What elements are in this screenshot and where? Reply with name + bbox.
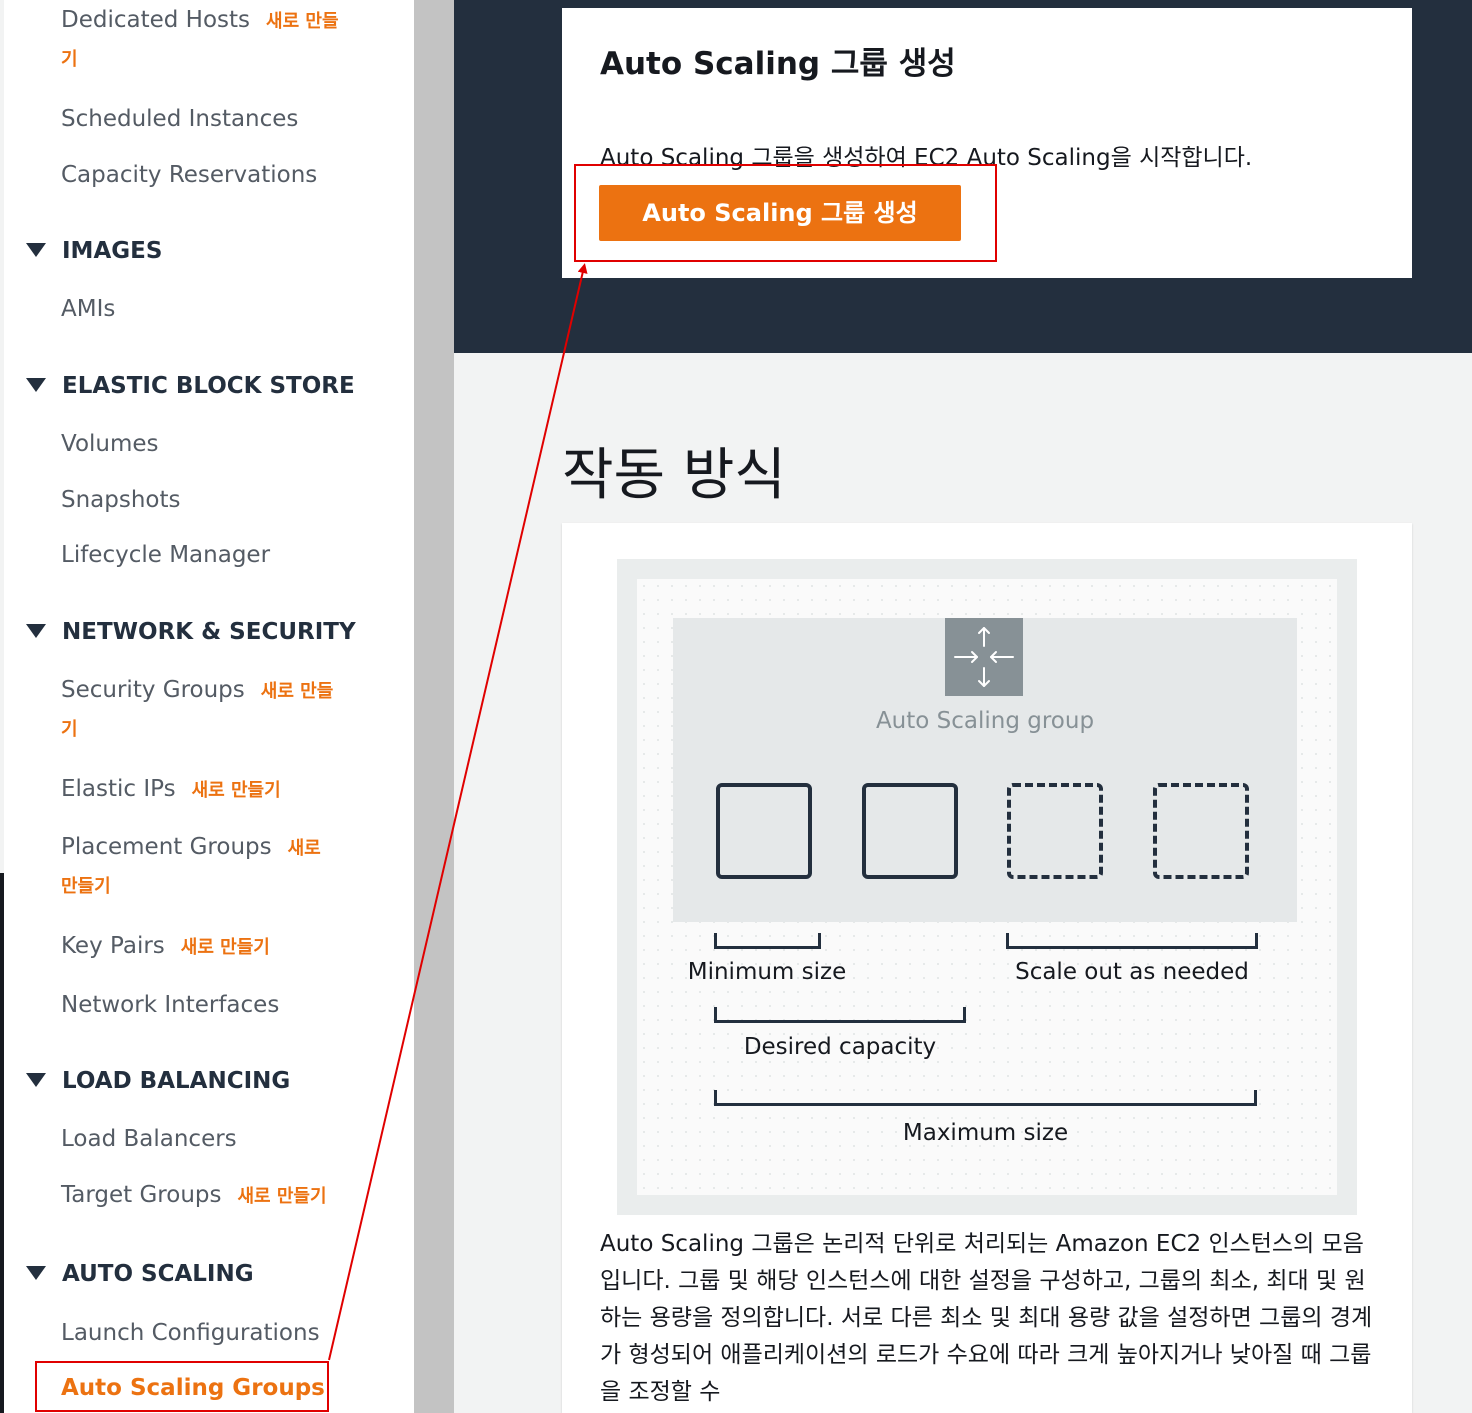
instance-box — [862, 783, 958, 879]
sidebar-item-volumes[interactable]: Volumes — [61, 424, 159, 464]
section-label: LOAD BALANCING — [62, 1068, 291, 1094]
auto-scaling-diagram: Auto Scaling group Minimum size Scale ou… — [617, 559, 1357, 1215]
sidebar-section-network-security[interactable]: NETWORK & SECURITY — [26, 612, 356, 652]
caret-down-icon — [26, 1072, 46, 1087]
sidebar-item-placement-groups[interactable]: Placement Groups 새로 — [61, 827, 321, 869]
main-content: Auto Scaling 그룹 생성 Auto Scaling 그룹을 생성하여… — [454, 0, 1472, 1413]
sidebar-item-security-groups[interactable]: Security Groups 새로 만들 — [61, 670, 333, 712]
sidebar-item-lifecycle-manager[interactable]: Lifecycle Manager — [61, 535, 270, 575]
new-badge[interactable]: 새로 만들기 — [237, 1186, 326, 1207]
auto-scaling-group-box: Auto Scaling group — [673, 618, 1297, 922]
minimum-size-label: Minimum size — [687, 959, 847, 985]
section-label: AUTO SCALING — [62, 1261, 254, 1287]
instance-box — [716, 783, 812, 879]
sidebar: Dedicated Hosts 새로 만들 기 Scheduled Instanc… — [0, 0, 414, 1413]
new-badge[interactable]: 새로 — [288, 838, 321, 859]
sidebar-item-snapshots[interactable]: Snapshots — [61, 480, 181, 520]
create-auto-scaling-group-button[interactable]: Auto Scaling 그룹 생성 — [599, 185, 961, 241]
create-group-description: Auto Scaling 그룹을 생성하여 EC2 Auto Scaling을 … — [600, 145, 1253, 171]
sidebar-item-key-pairs[interactable]: Key Pairs 새로 만들기 — [61, 926, 270, 968]
section-label: NETWORK & SECURITY — [62, 619, 356, 645]
sidebar-item-dedicated-hosts[interactable]: Dedicated Hosts 새로 만들 — [61, 0, 339, 42]
sidebar-gutter — [414, 0, 454, 1413]
sidebar-item-label: Key Pairs — [61, 933, 165, 959]
caret-down-icon — [26, 623, 46, 638]
sidebar-item-launch-configurations[interactable]: Launch Configurations — [61, 1313, 320, 1353]
sidebar-item-label: Target Groups — [61, 1182, 222, 1208]
sidebar-item-label: Elastic IPs — [61, 776, 176, 802]
sidebar-item-amis[interactable]: AMIs — [61, 289, 115, 329]
new-badge[interactable]: 새로 만들 — [261, 681, 334, 702]
new-badge-wrap[interactable]: 기 — [61, 40, 78, 80]
sidebar-item-label: Security Groups — [61, 677, 245, 703]
minimum-size-bracket — [714, 933, 821, 949]
sidebar-item-scheduled-instances[interactable]: Scheduled Instances — [61, 99, 298, 139]
new-badge[interactable]: 새로 만들기 — [192, 780, 281, 801]
sidebar-section-images[interactable]: IMAGES — [26, 231, 162, 271]
instance-box-optional — [1153, 783, 1249, 879]
create-group-title: Auto Scaling 그룹 생성 — [600, 46, 956, 82]
caret-down-icon — [26, 1265, 46, 1280]
sidebar-item-network-interfaces[interactable]: Network Interfaces — [61, 985, 279, 1025]
sidebar-edge — [0, 0, 4, 1413]
auto-scaling-group-label: Auto Scaling group — [875, 708, 1095, 734]
sidebar-item-elastic-ips[interactable]: Elastic IPs 새로 만들기 — [61, 769, 281, 811]
sidebar-section-ebs[interactable]: ELASTIC BLOCK STORE — [26, 366, 355, 406]
create-group-card: Auto Scaling 그룹 생성 Auto Scaling 그룹을 생성하여… — [562, 8, 1412, 278]
new-badge[interactable]: 새로 만들 — [266, 11, 339, 32]
caret-down-icon — [26, 377, 46, 392]
new-badge-wrap[interactable]: 기 — [61, 710, 78, 750]
how-it-works-description: Auto Scaling 그룹은 논리적 단위로 처리되는 Amazon EC2… — [600, 1231, 1373, 1405]
diagram-canvas: Auto Scaling group Minimum size Scale ou… — [637, 579, 1337, 1195]
sidebar-item-label: Dedicated Hosts — [61, 7, 251, 33]
new-badge[interactable]: 새로 만들기 — [181, 937, 270, 958]
sidebar-item-label: Placement Groups — [61, 834, 272, 860]
instance-box-optional — [1007, 783, 1103, 879]
sidebar-item-auto-scaling-groups[interactable]: Auto Scaling Groups — [61, 1368, 325, 1408]
sidebar-item-capacity-reservations[interactable]: Capacity Reservations — [61, 155, 317, 195]
section-label: IMAGES — [62, 238, 163, 264]
maximum-size-bracket — [714, 1090, 1257, 1106]
sidebar-item-target-groups[interactable]: Target Groups 새로 만들기 — [61, 1175, 327, 1217]
desired-capacity-bracket — [714, 1007, 966, 1023]
sidebar-item-load-balancers[interactable]: Load Balancers — [61, 1119, 237, 1159]
caret-down-icon — [26, 242, 46, 257]
desired-capacity-label: Desired capacity — [743, 1034, 937, 1060]
section-label: ELASTIC BLOCK STORE — [62, 373, 355, 399]
hero-banner: Auto Scaling 그룹 생성 Auto Scaling 그룹을 생성하여… — [454, 0, 1472, 353]
auto-scaling-icon — [945, 618, 1023, 696]
sidebar-section-auto-scaling[interactable]: AUTO SCALING — [26, 1254, 254, 1294]
maximum-size-label: Maximum size — [902, 1120, 1069, 1146]
new-badge-wrap[interactable]: 만들기 — [61, 867, 111, 907]
scale-out-label: Scale out as needed — [1015, 959, 1249, 985]
how-it-works-title: 작동 방식 — [562, 443, 786, 508]
scale-out-bracket — [1006, 933, 1258, 949]
how-it-works-card: Auto Scaling group Minimum size Scale ou… — [562, 523, 1412, 1413]
sidebar-section-load-balancing[interactable]: LOAD BALANCING — [26, 1061, 290, 1101]
